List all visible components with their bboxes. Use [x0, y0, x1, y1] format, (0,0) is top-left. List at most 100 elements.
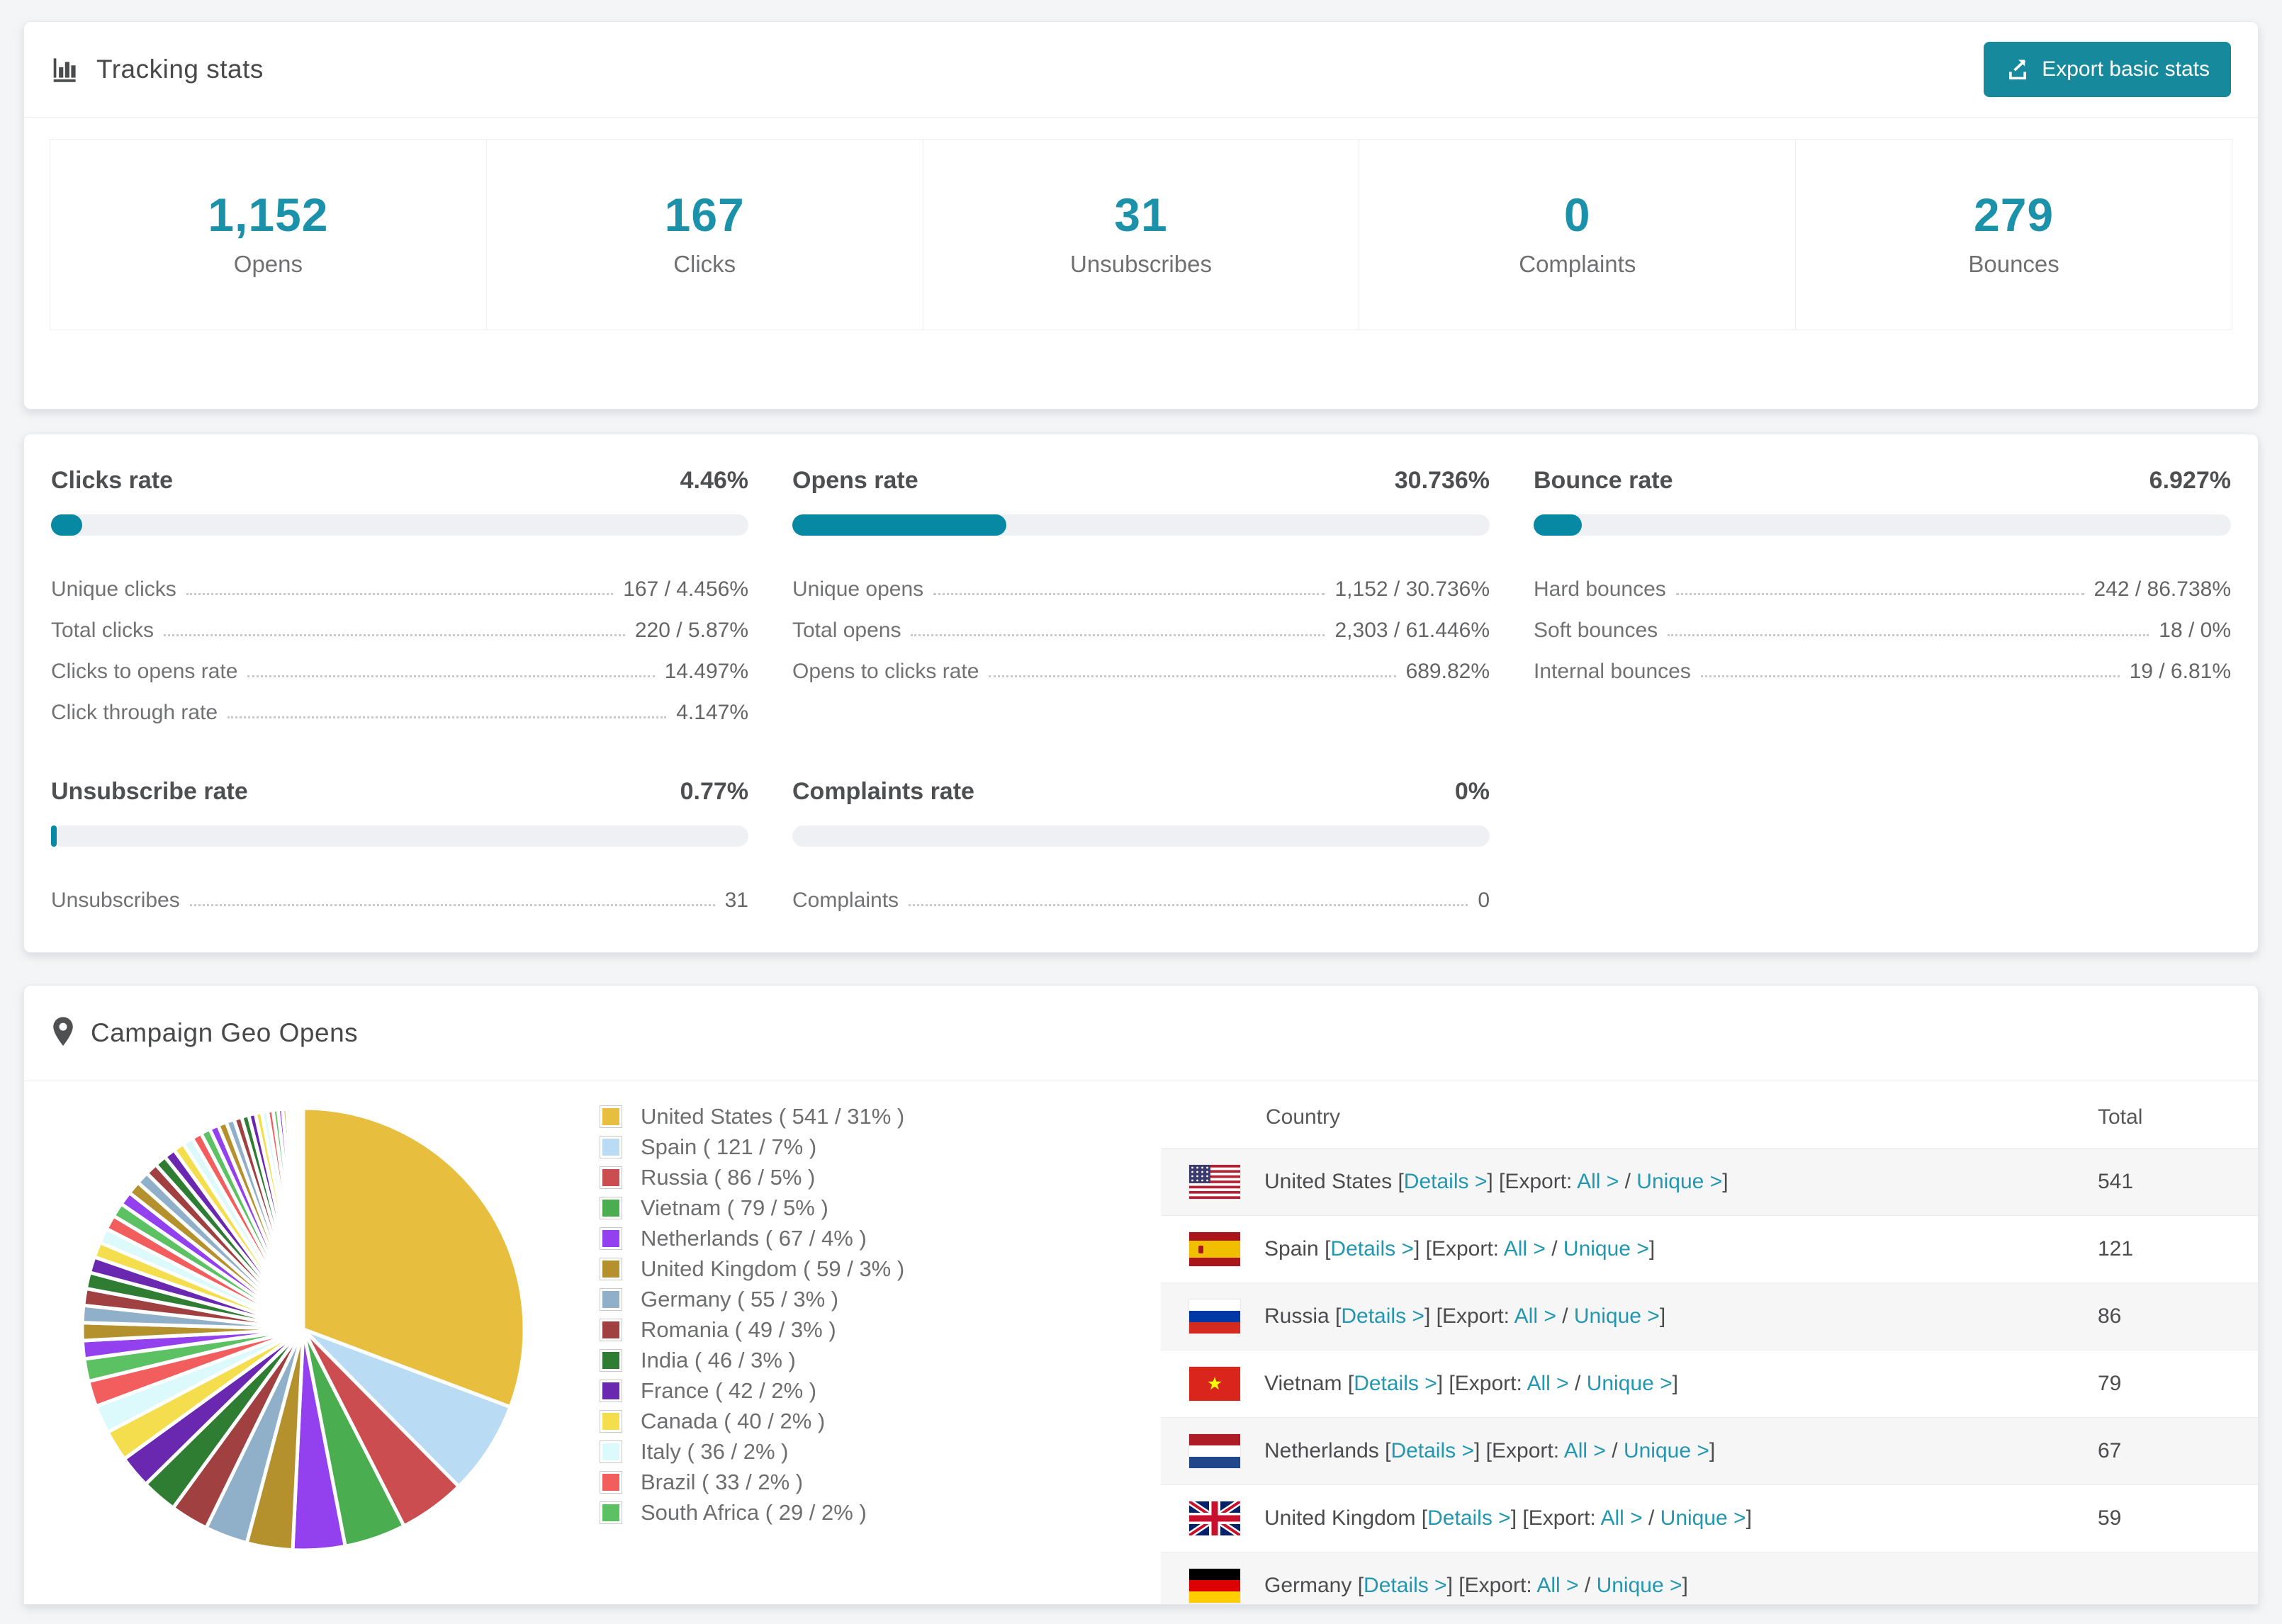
- legend-marker: [600, 1470, 622, 1494]
- legend-marker: [600, 1135, 622, 1158]
- legend-item-france[interactable]: France ( 42 / 2% ): [600, 1375, 904, 1406]
- rate-title-row: Bounce rate 6.927%: [1534, 467, 2231, 495]
- flag-vn-icon: [1189, 1367, 1240, 1401]
- geo-table-row-vn: Vietnam [Details >] [Export: All > / Uni…: [1161, 1350, 2258, 1417]
- legend-item-south-africa[interactable]: South Africa ( 29 / 2% ): [600, 1497, 904, 1528]
- details-link[interactable]: Details >: [1354, 1372, 1437, 1395]
- rate-row-value: 19 / 6.81%: [2129, 660, 2231, 683]
- legend-item-united-states[interactable]: United States ( 541 / 31% ): [600, 1101, 904, 1132]
- legend-item-united-kingdom[interactable]: United Kingdom ( 59 / 3% ): [600, 1253, 904, 1284]
- details-link[interactable]: Details >: [1364, 1574, 1447, 1597]
- dotted-leader: [989, 675, 1396, 677]
- legend-item-india[interactable]: India ( 46 / 3% ): [600, 1345, 904, 1375]
- legend-item-netherlands[interactable]: Netherlands ( 67 / 4% ): [600, 1223, 904, 1253]
- rate-row-label: Complaints: [792, 889, 899, 912]
- rate-rows: Unique opens 1,152 / 30.736% Total opens 2,…: [792, 560, 1490, 683]
- export-all-link[interactable]: All >: [1514, 1304, 1556, 1328]
- geo-table-row-us: United States [Details >] [Export: All >…: [1161, 1148, 2258, 1215]
- legend-item-romania[interactable]: Romania ( 49 / 3% ): [600, 1314, 904, 1345]
- rate-row-value: 4.147%: [676, 701, 748, 724]
- legend-item-spain[interactable]: Spain ( 121 / 7% ): [600, 1132, 904, 1162]
- legend-item-germany[interactable]: Germany ( 55 / 3% ): [600, 1284, 904, 1314]
- dotted-leader: [909, 904, 1468, 906]
- export-unique-link[interactable]: Unique >: [1574, 1304, 1660, 1328]
- stat-label: Bounces: [1968, 251, 2059, 277]
- legend-item-russia[interactable]: Russia ( 86 / 5% ): [600, 1162, 904, 1192]
- export-unique-link[interactable]: Unique >: [1563, 1237, 1649, 1261]
- dotted-leader: [911, 634, 1325, 636]
- map-pin-icon: [51, 1016, 75, 1051]
- export-unique-link[interactable]: Unique >: [1624, 1439, 1709, 1462]
- details-link[interactable]: Details >: [1330, 1237, 1414, 1261]
- flag-gb-icon: [1189, 1501, 1240, 1535]
- export-unique-link[interactable]: Unique >: [1587, 1372, 1673, 1395]
- details-link[interactable]: Details >: [1427, 1506, 1511, 1530]
- rate-row: Unsubscribes 31: [51, 871, 748, 912]
- stats-summary-row: 1,152 Opens 167 Clicks 31 Unsubscribes 0 Compla…: [50, 139, 2232, 330]
- geo-total-value: 67: [2098, 1439, 2122, 1462]
- details-link[interactable]: Details >: [1390, 1439, 1474, 1462]
- export-unique-link[interactable]: Unique >: [1597, 1574, 1682, 1597]
- rates-grid: Clicks rate 4.46% Unique clicks 167 / 4.456…: [24, 434, 2258, 944]
- rate-section-clicks: Clicks rate 4.46% Unique clicks 167 / 4.456…: [51, 467, 748, 724]
- rate-progress-fill: [51, 825, 57, 847]
- flag-ru-icon: [1189, 1299, 1240, 1333]
- rate-row-value: 0: [1478, 889, 1490, 912]
- geo-pie-legend: United States ( 541 / 31% ) Spain ( 121 /…: [600, 1101, 904, 1528]
- dotted-leader: [1675, 593, 2084, 595]
- export-all-link[interactable]: All >: [1536, 1574, 1578, 1597]
- rate-row-label: Hard bounces: [1534, 577, 1666, 601]
- geo-country-table: Country Total United States [Details >] …: [1161, 1087, 2258, 1604]
- stat-value: 0: [1563, 188, 1591, 241]
- page-title: Tracking stats: [96, 55, 264, 84]
- rate-row: Soft bounces 18 / 0%: [1534, 601, 2231, 642]
- rate-rows: Hard bounces 242 / 86.738% Soft bounces 18 …: [1534, 560, 2231, 683]
- legend-label: Romania ( 49 / 3% ): [641, 1316, 836, 1342]
- geo-country-cell: Netherlands [Details >] [Export: All > /…: [1264, 1439, 1716, 1462]
- stat-label: Clicks: [673, 251, 736, 277]
- legend-marker: [600, 1227, 622, 1250]
- export-all-link[interactable]: All >: [1504, 1237, 1546, 1261]
- flag-es-icon: [1189, 1232, 1240, 1266]
- geo-content: United States ( 541 / 31% ) Spain ( 121 /…: [24, 1081, 2258, 1604]
- export-unique-link[interactable]: Unique >: [1636, 1170, 1722, 1193]
- tracking-stats-header: Tracking stats Export basic stats: [24, 22, 2258, 117]
- legend-item-brazil[interactable]: Brazil ( 33 / 2% ): [600, 1467, 904, 1497]
- export-all-link[interactable]: All >: [1564, 1439, 1606, 1462]
- geo-total-value: 86: [2098, 1304, 2122, 1328]
- stat-card-opens: 1,152 Opens: [50, 140, 486, 329]
- geo-total-value: 121: [2098, 1237, 2134, 1261]
- geo-country-cell: United States [Details >] [Export: All >…: [1264, 1170, 1729, 1193]
- dotted-leader: [1668, 634, 2149, 636]
- export-all-link[interactable]: All >: [1600, 1506, 1642, 1530]
- legend-item-vietnam[interactable]: Vietnam ( 79 / 5% ): [600, 1192, 904, 1223]
- details-link[interactable]: Details >: [1341, 1304, 1424, 1328]
- rate-row-label: Total opens: [792, 619, 901, 642]
- export-all-link[interactable]: All >: [1527, 1372, 1568, 1395]
- rate-title: Opens rate: [792, 467, 918, 494]
- rate-row-label: Unsubscribes: [51, 889, 180, 912]
- geo-opens-card: Campaign Geo Opens United States ( 541 /…: [23, 985, 2259, 1605]
- rate-row-label: Unique clicks: [51, 577, 176, 601]
- export-all-link[interactable]: All >: [1577, 1170, 1619, 1193]
- geo-table-row-ru: Russia [Details >] [Export: All > / Uniq…: [1161, 1282, 2258, 1350]
- rate-section-unsubscribe: Unsubscribe rate 0.77% Unsubscribes 31: [51, 778, 748, 912]
- legend-marker: [600, 1409, 622, 1433]
- legend-label: United States ( 541 / 31% ): [641, 1103, 905, 1129]
- export-unique-link[interactable]: Unique >: [1660, 1506, 1746, 1530]
- details-link[interactable]: Details >: [1404, 1170, 1488, 1193]
- rate-title-row: Unsubscribe rate 0.77%: [51, 778, 748, 806]
- dotted-leader: [164, 634, 625, 636]
- flag-de-icon: [1189, 1569, 1240, 1603]
- stat-card-unsubscribes: 31 Unsubscribes: [922, 140, 1359, 329]
- stat-label: Unsubscribes: [1070, 251, 1212, 277]
- rate-progress-fill: [51, 514, 82, 536]
- stat-value: 31: [1114, 188, 1168, 241]
- geo-table-row-nl: Netherlands [Details >] [Export: All > /…: [1161, 1417, 2258, 1484]
- legend-item-italy[interactable]: Italy ( 36 / 2% ): [600, 1436, 904, 1467]
- legend-item-canada[interactable]: Canada ( 40 / 2% ): [600, 1406, 904, 1436]
- rate-row: Unique opens 1,152 / 30.736%: [792, 560, 1490, 601]
- export-basic-stats-button[interactable]: Export basic stats: [1984, 42, 2231, 97]
- rate-title: Bounce rate: [1534, 467, 1673, 494]
- legend-marker: [600, 1105, 622, 1128]
